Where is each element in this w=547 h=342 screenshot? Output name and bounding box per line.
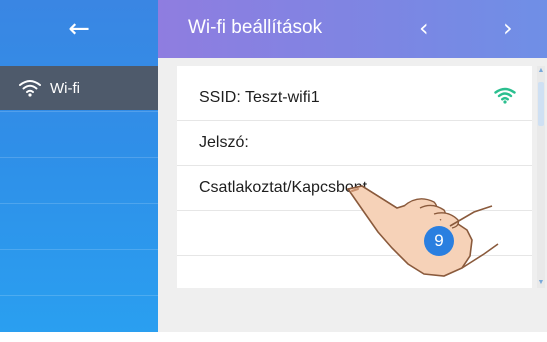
wifi-settings-screen: ← Wi-fi Wi-fi beállítások ‹ › SSID: Tesz… xyxy=(0,0,547,342)
sidebar-row xyxy=(0,158,158,204)
scroll-thumb[interactable] xyxy=(538,82,544,126)
wifi-icon xyxy=(19,80,41,97)
header-bar: Wi-fi beállítások ‹ › xyxy=(158,0,547,58)
password-row[interactable]: Jelszó: xyxy=(177,121,532,166)
page-title: Wi-fi beállítások xyxy=(188,17,323,38)
next-page-icon[interactable]: › xyxy=(503,14,513,42)
wifi-signal-icon xyxy=(494,87,516,104)
sidebar-row xyxy=(0,204,158,250)
sidebar-item-wifi[interactable]: Wi-fi xyxy=(0,66,158,110)
sidebar-row xyxy=(0,296,158,342)
password-label: Jelszó: xyxy=(199,134,249,151)
ssid-row[interactable]: SSID: Teszt-wifi1 xyxy=(177,76,532,121)
sidebar-row xyxy=(0,112,158,158)
pointing-hand-icon xyxy=(346,185,499,277)
scroll-down-icon[interactable]: ▼ xyxy=(537,278,545,288)
sidebar-item-label: Wi-fi xyxy=(50,79,80,97)
back-arrow-icon[interactable]: ← xyxy=(68,16,90,42)
previous-page-icon[interactable]: ‹ xyxy=(419,14,429,42)
sidebar-header: ← xyxy=(0,0,158,58)
sidebar: ← Wi-fi xyxy=(0,0,158,342)
scrollbar[interactable]: ▲ ▼ xyxy=(537,66,545,288)
ssid-label: SSID: Teszt-wifi1 xyxy=(199,89,320,106)
scroll-up-icon[interactable]: ▲ xyxy=(537,66,545,76)
sidebar-row xyxy=(0,250,158,296)
step-number-badge: 9 xyxy=(424,226,454,256)
